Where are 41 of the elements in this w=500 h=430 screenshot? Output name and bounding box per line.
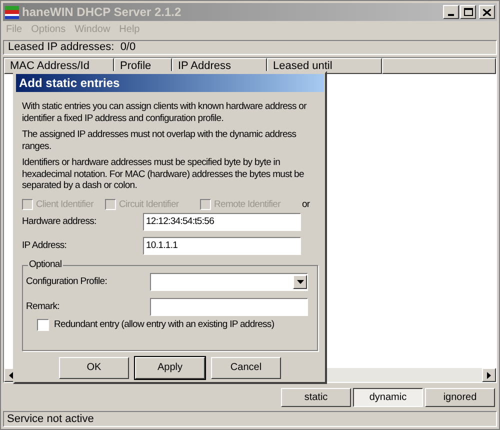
dialog-button[interactable]: Apply [135,356,205,378]
input-field[interactable]: 10.1.1.1 [143,236,301,254]
input-field[interactable]: 12:12:34:54:t5:56 [143,212,301,230]
window-title: haneWIN DHCP Server 2.1.2 [22,4,182,21]
dialog-button[interactable]: Cancel [211,356,281,378]
checkbox-label: Redundant entry (allow entry with an existing IP address) [54,318,274,330]
checkbox-label: Client Identifier [36,198,94,210]
close-icon [483,8,491,16]
view-tab[interactable]: dynamic [353,388,423,407]
or-label: or [302,198,310,210]
minimize-icon [448,14,454,16]
view-tab[interactable]: ignored [425,388,495,407]
maximize-icon [464,8,472,16]
column-header[interactable]: Leased until [267,58,382,74]
field-label: Remark: [26,300,60,312]
field-label: IP Address: [22,240,68,252]
checkbox[interactable] [37,318,49,330]
dialog-title: Add static entries [19,75,120,92]
group-title: Optional [28,258,63,270]
minimize-button[interactable] [443,5,459,19]
leased-count-label: Leased IP addresses: 0/0 [8,40,136,56]
checkbox-label: Circuit Identifier [119,198,179,210]
field-label: Hardware address: [22,216,98,228]
app-logo-icon [5,6,19,18]
status-text: Service not active [7,412,94,427]
profile-dropdown[interactable] [150,272,308,290]
field-label: Configuration Profile: [26,276,108,288]
down-arrow-icon [296,280,304,284]
close-button[interactable] [479,5,495,19]
scroll-right-button[interactable] [482,368,496,382]
dropdown-button[interactable] [293,274,307,288]
dialog-button[interactable]: OK [59,356,129,378]
left-arrow-icon [9,372,13,378]
checkbox-label: Remote Identifier [214,198,280,210]
instruction-text: Identifiers or hardware addresses must be specified byte by byte in hexadecimal notation. For MAC (hardware) addresses the bytes must be separated by a dash or colon. [22,157,305,192]
right-arrow-icon [487,372,491,378]
input-field[interactable] [150,298,308,316]
instruction-text: With static entries you can assign clients with known hardware address or identifier a fixed IP address and configuration profile. [22,101,308,124]
instruction-text: The assigned IP addresses must not overlap with the dynamic address ranges. [22,129,298,152]
view-tab[interactable]: static [281,388,351,407]
maximize-button[interactable] [460,5,476,19]
